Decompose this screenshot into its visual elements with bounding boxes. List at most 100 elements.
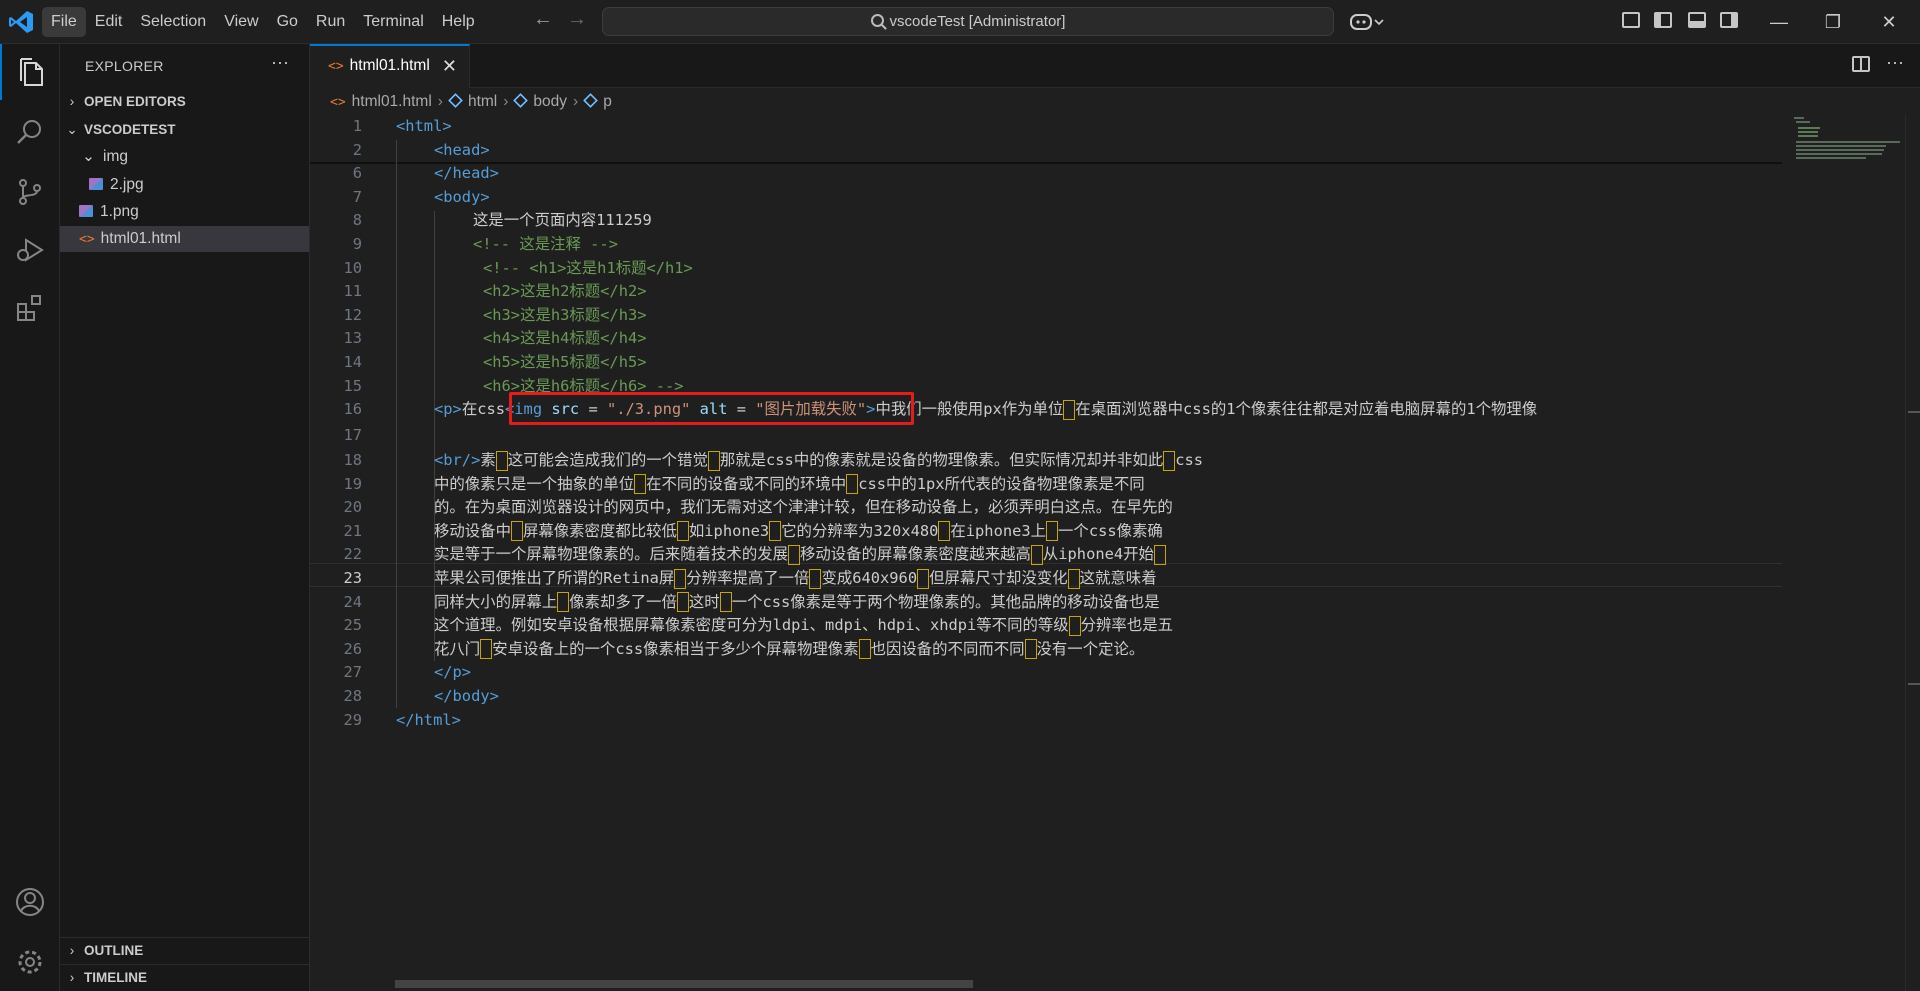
line-number: 7 bbox=[352, 187, 362, 206]
code-line-13: <h4>这是h4标题</h4> bbox=[483, 329, 647, 348]
text: 变成640x960 bbox=[821, 569, 918, 587]
timeline-section[interactable]: › TIMELINE bbox=[60, 965, 310, 991]
text: 没有一个定论。 bbox=[1036, 639, 1145, 658]
extensions-icon[interactable] bbox=[0, 280, 60, 336]
code-line-8: 这是一个页面内容111259 bbox=[473, 211, 652, 230]
menu-selection[interactable]: Selection bbox=[131, 7, 215, 37]
explorer-icon[interactable] bbox=[0, 44, 60, 100]
manage-gear-icon[interactable] bbox=[0, 934, 60, 990]
search-icon[interactable] bbox=[0, 104, 60, 160]
breadcrumb-file[interactable]: html01.html bbox=[352, 93, 432, 110]
fullwidth-comma-highlight bbox=[719, 592, 732, 613]
text: 它的分辨率为320x480 bbox=[781, 521, 939, 540]
toggle-panel-icon[interactable] bbox=[1688, 12, 1706, 28]
text: 像素却多了一倍 bbox=[569, 592, 677, 611]
command-center-search[interactable]: vscodeTest [Administrator] bbox=[602, 7, 1334, 36]
line-number: 16 bbox=[343, 400, 362, 419]
explorer-title: EXPLORER bbox=[85, 58, 164, 74]
tree-file-2jpg[interactable]: 2.jpg bbox=[60, 172, 309, 198]
open-editors-section[interactable]: › OPEN EDITORS bbox=[60, 89, 310, 115]
code-line-27: </p> bbox=[434, 663, 472, 682]
code-editor[interactable]: 1 2 6 7 8 9 10 11 12 13 14 15 16 17 18 1… bbox=[310, 115, 1782, 975]
vscode-logo-icon bbox=[9, 11, 33, 33]
editor-more-actions-icon[interactable]: ··· bbox=[1886, 52, 1904, 73]
source-control-icon[interactable] bbox=[0, 164, 60, 220]
vscode-window: File Edit Selection View Go Run Terminal… bbox=[0, 0, 1920, 991]
text: 移动设备的屏幕像素密度越来越高 bbox=[800, 545, 1031, 564]
html-file-icon: <> bbox=[328, 59, 344, 74]
tree-file-1png[interactable]: 1.png bbox=[60, 199, 309, 225]
project-label: VSCODETEST bbox=[84, 122, 176, 137]
tree-file-html01[interactable]: <> html01.html bbox=[60, 226, 309, 252]
tree-item-label: html01.html bbox=[100, 230, 181, 247]
copilot-icon[interactable] bbox=[1350, 12, 1384, 32]
outline-section[interactable]: › OUTLINE bbox=[60, 938, 310, 964]
accounts-icon[interactable] bbox=[0, 874, 60, 930]
menu-run[interactable]: Run bbox=[307, 7, 354, 37]
close-tab-icon[interactable]: ✕ bbox=[442, 46, 457, 86]
minimap-line bbox=[1794, 117, 1804, 119]
minimize-icon[interactable]: — bbox=[1752, 0, 1806, 44]
breadcrumb-body[interactable]: body bbox=[533, 93, 567, 110]
fullwidth-comma-highlight bbox=[1046, 521, 1059, 542]
close-window-icon[interactable]: ✕ bbox=[1862, 0, 1916, 44]
text: 苹果公司便推出了所谓的Retina屏 bbox=[434, 569, 675, 587]
text: 移动设备中 bbox=[434, 521, 511, 540]
text: 实是等于一个屏幕物理像素的。后来随着技术的发展 bbox=[434, 545, 788, 564]
breadcrumb-p[interactable]: p bbox=[603, 93, 612, 110]
annotation-highlight-box bbox=[509, 392, 914, 425]
code-line-6: </head> bbox=[434, 164, 499, 183]
br-tag: <br/> bbox=[434, 451, 481, 469]
fullwidth-comma-highlight bbox=[809, 568, 822, 589]
vertical-scrollbar[interactable] bbox=[1905, 115, 1920, 991]
chevron-right-icon: › bbox=[573, 93, 579, 110]
html-file-icon: <> bbox=[79, 232, 95, 247]
more-actions-icon[interactable]: ··· bbox=[271, 52, 289, 73]
line-number: 14 bbox=[343, 353, 362, 371]
chevron-right-icon: › bbox=[69, 943, 75, 958]
fullwidth-comma-highlight bbox=[1024, 639, 1037, 660]
minimap-line bbox=[1796, 153, 1882, 155]
breadcrumb-html[interactable]: html bbox=[468, 93, 497, 110]
menu-edit[interactable]: Edit bbox=[86, 7, 132, 37]
menu-file[interactable]: File bbox=[42, 7, 86, 37]
tab-html01[interactable]: <> html01.html ✕ bbox=[310, 44, 470, 88]
minimap-line bbox=[1798, 131, 1818, 133]
code-line-22: 实是等于一个屏幕物理像素的。后来随着技术的发展 移动设备的屏幕像素密度越来越高 从i… bbox=[434, 543, 1166, 567]
text: 花八门 bbox=[434, 639, 481, 658]
code-line-19: 中的像素只是一个抽象的单位 在不同的设备或不同的环境中 css中的1px所代表的设备… bbox=[434, 473, 1145, 497]
fullwidth-comma-highlight bbox=[510, 521, 523, 542]
toggle-primary-sidebar-icon[interactable] bbox=[1654, 12, 1672, 28]
menu-bar: File Edit Selection View Go Run Terminal… bbox=[42, 7, 484, 37]
minimap[interactable] bbox=[1782, 115, 1900, 991]
menu-go[interactable]: Go bbox=[268, 7, 307, 37]
code-line-20: 的。在为桌面浏览器设计的网页中，我们无需对这个津津计较，但在移动设备上，必须弄明… bbox=[434, 498, 1173, 517]
forward-arrow-icon[interactable]: → bbox=[567, 8, 587, 31]
run-debug-icon[interactable] bbox=[0, 222, 60, 278]
menu-view[interactable]: View bbox=[215, 7, 267, 37]
menu-help[interactable]: Help bbox=[433, 7, 484, 37]
code-line-7: <body> bbox=[434, 187, 490, 206]
horizontal-scrollbar[interactable] bbox=[395, 980, 973, 988]
code-line-18: <br/>素 这可能会造成我们的一个错觉 那就是css中的像素就是设备的物理像素。但… bbox=[434, 449, 1203, 473]
toggle-secondary-sidebar-icon[interactable] bbox=[1720, 12, 1738, 28]
code-line-21: 移动设备中 屏幕像素密度都比较低 如iphone3 它的分辨率为320x480 在iph… bbox=[434, 520, 1163, 544]
text: 也因设备的不同而不同 bbox=[870, 639, 1025, 658]
code-line-29: </html> bbox=[396, 710, 461, 729]
code-line-12: <h3>这是h3标题</h3> bbox=[483, 305, 647, 324]
fullwidth-comma-highlight bbox=[1153, 544, 1166, 565]
split-editor-icon[interactable] bbox=[1852, 56, 1870, 72]
back-arrow-icon[interactable]: ← bbox=[533, 8, 553, 31]
customize-layout-icon[interactable] bbox=[1622, 12, 1640, 28]
tree-folder-img[interactable]: ⌄ img bbox=[60, 144, 309, 170]
line-number: 27 bbox=[343, 663, 362, 682]
text: 这时 bbox=[688, 592, 720, 611]
project-section[interactable]: ⌄ VSCODETEST bbox=[60, 117, 310, 143]
code-line-24: 同样大小的屏幕上 像素却多了一倍 这时 一个css像素是等于两个物理像素的。其他品牌的… bbox=[434, 591, 1160, 615]
line-number: 21 bbox=[343, 521, 362, 540]
minimap-line bbox=[1796, 121, 1810, 123]
restore-icon[interactable]: ❐ bbox=[1806, 0, 1860, 44]
minimap-line bbox=[1796, 145, 1886, 147]
fullwidth-comma-highlight bbox=[846, 474, 859, 495]
menu-terminal[interactable]: Terminal bbox=[354, 7, 432, 37]
